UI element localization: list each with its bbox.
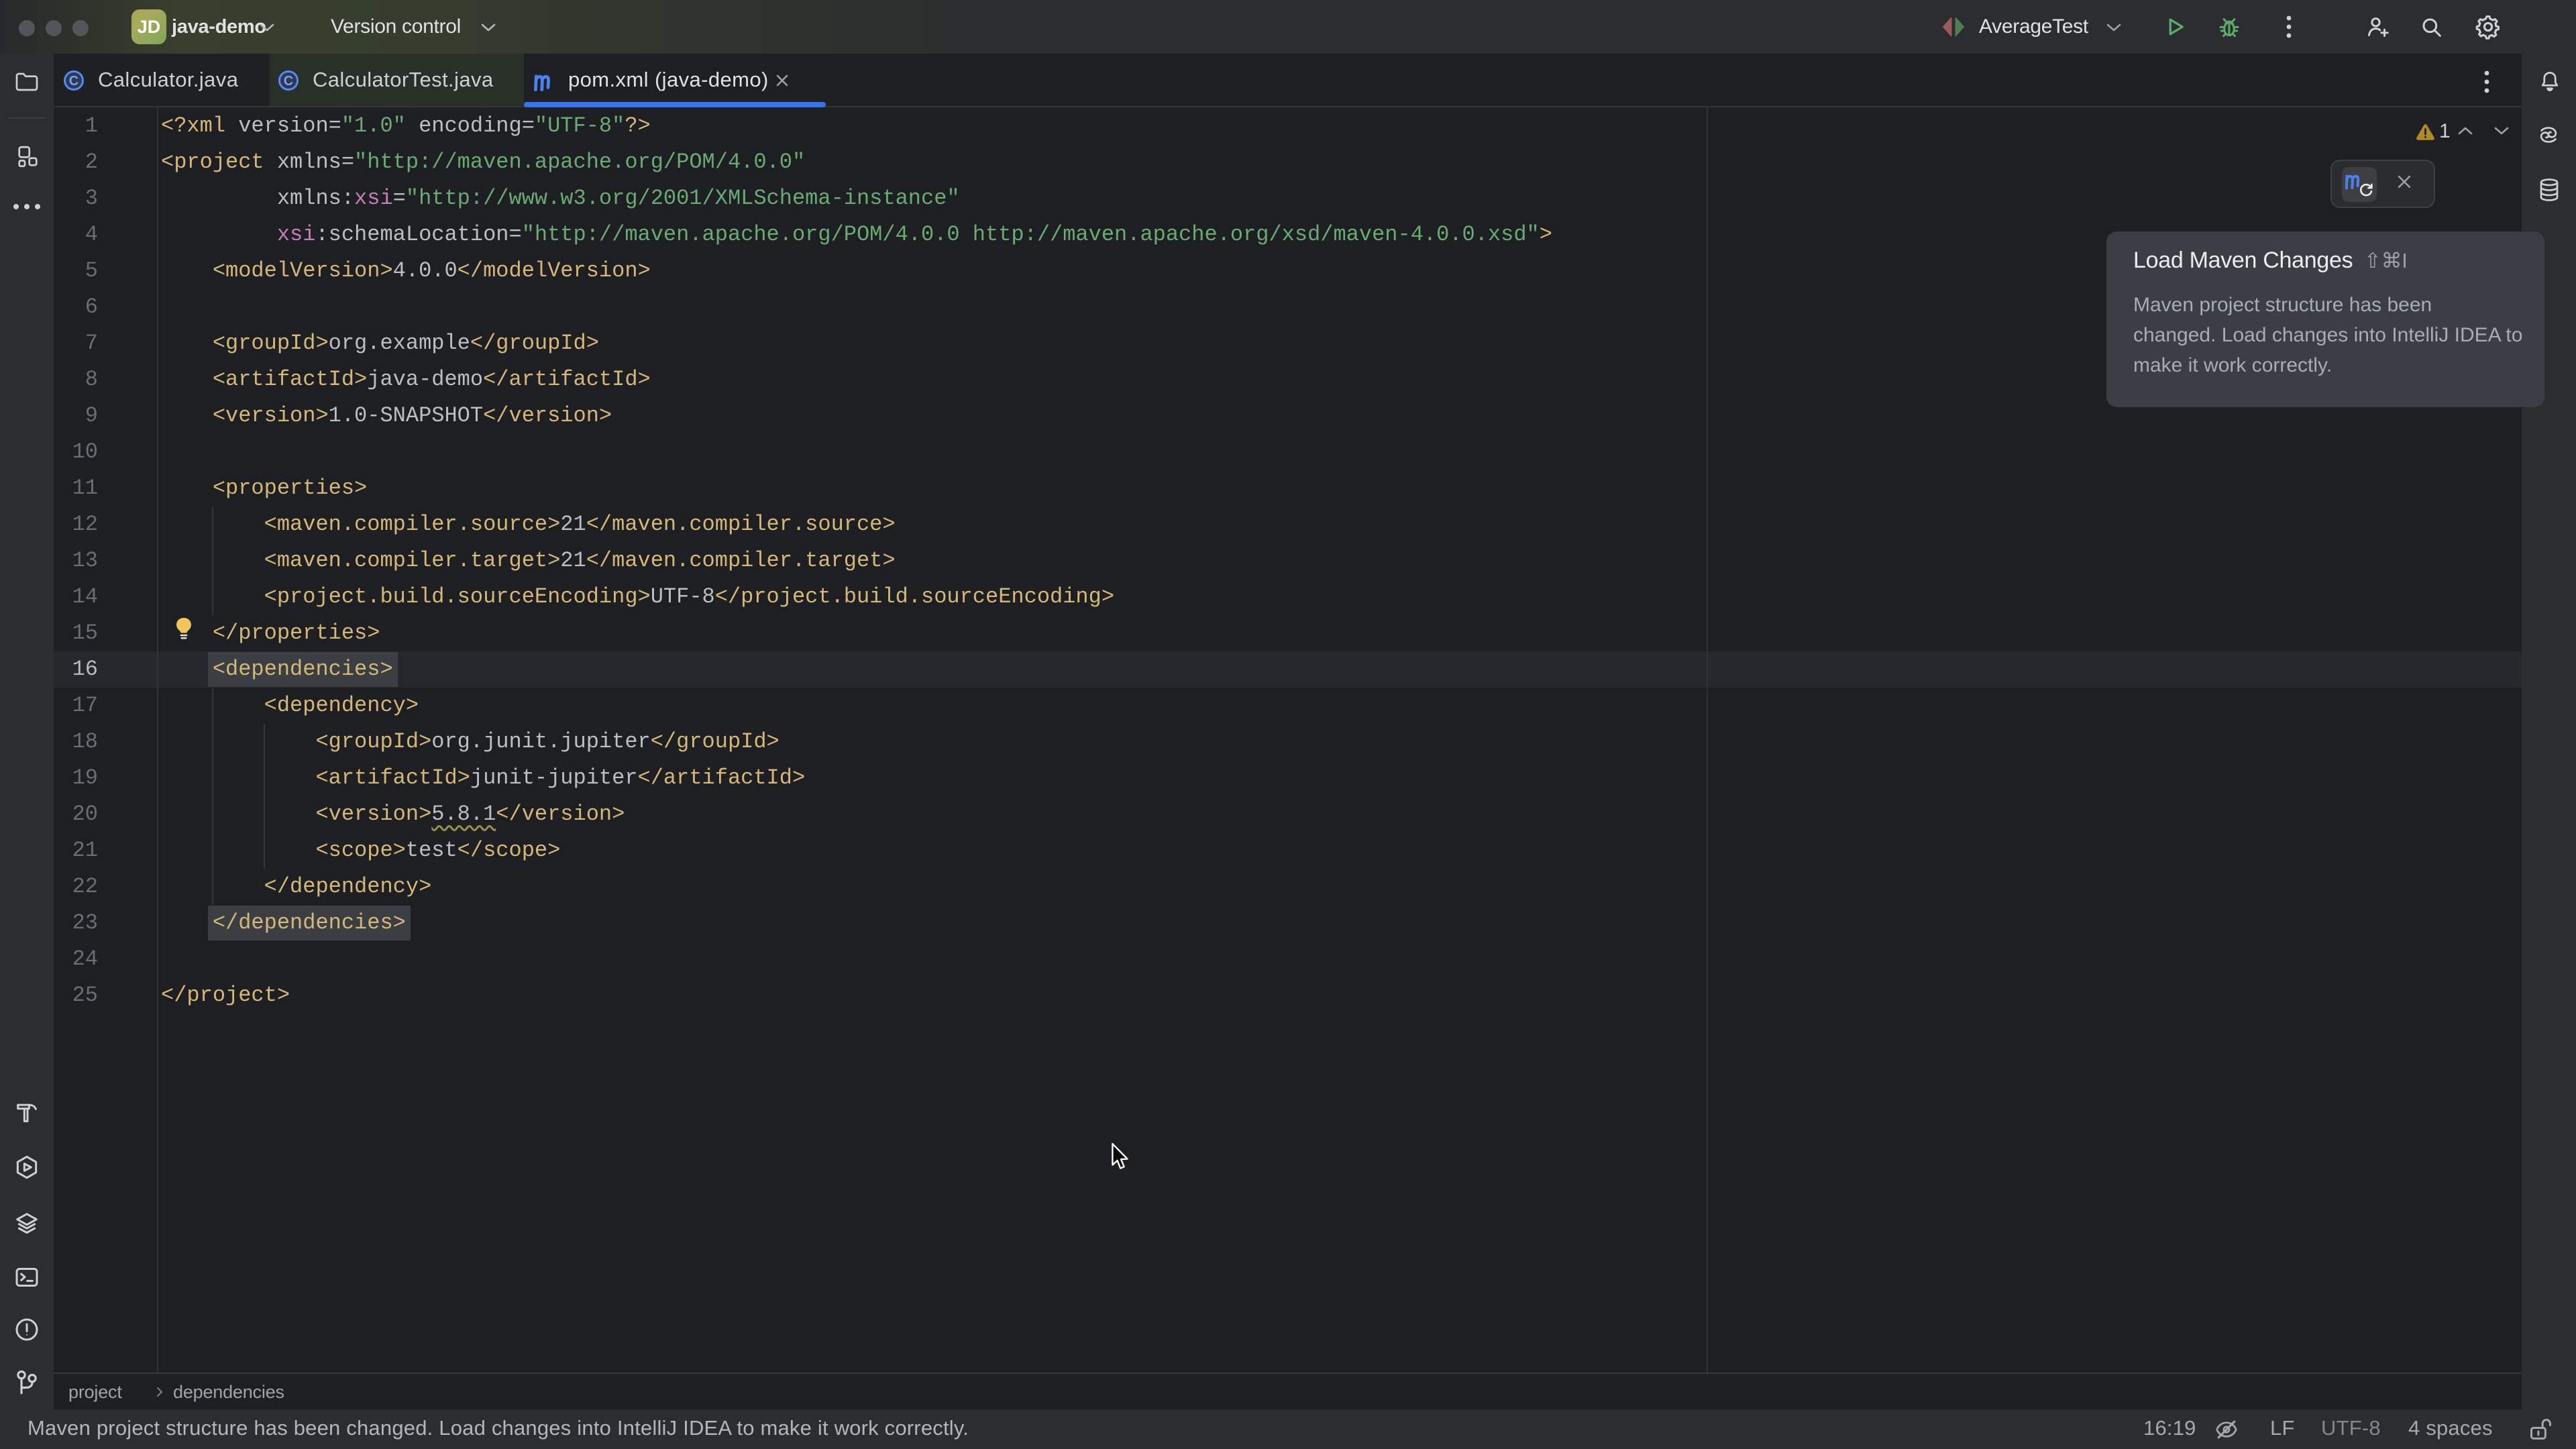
svg-text:C: C xyxy=(284,74,293,89)
svg-text:C: C xyxy=(69,74,78,89)
